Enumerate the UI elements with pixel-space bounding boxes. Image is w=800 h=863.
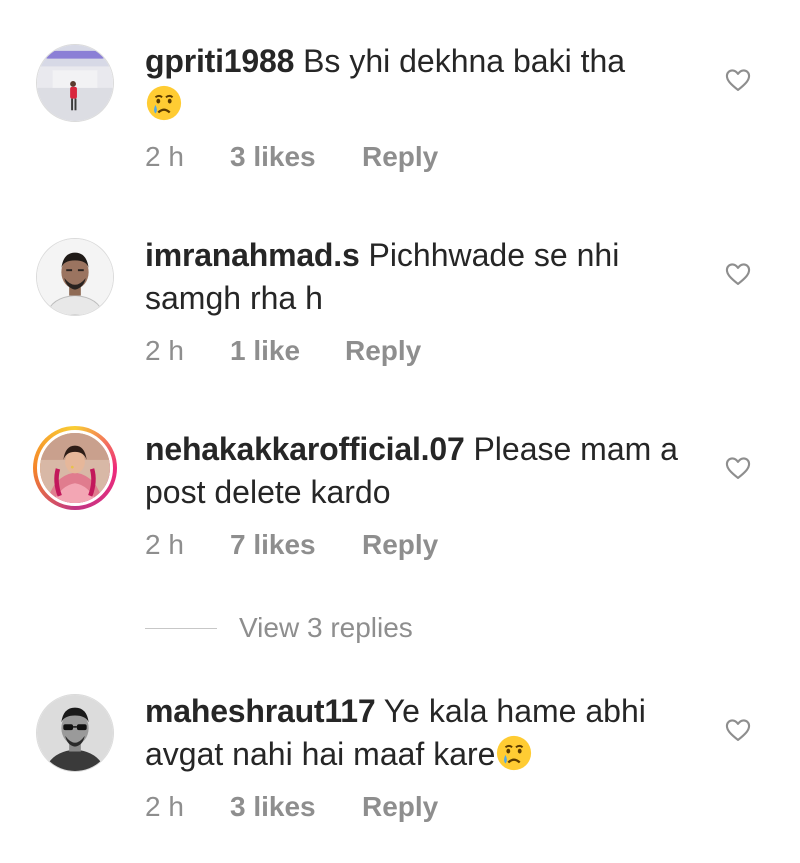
comment-username[interactable]: gpriti1988 (145, 43, 294, 79)
avatar-image (40, 433, 110, 503)
reply-button[interactable]: Reply (362, 528, 438, 562)
reply-button[interactable]: Reply (362, 790, 438, 824)
comment-text: imranahmad.s Pichhwade se nhi samgh rha … (145, 234, 705, 320)
avatar-story-ring[interactable] (33, 426, 117, 510)
heart-outline-icon (725, 719, 751, 741)
comment-meta: 2 h 1 like Reply (145, 334, 421, 368)
comment-likes[interactable]: 7 likes (230, 528, 362, 562)
crying-face-emoji-icon (146, 85, 182, 121)
heart-outline-icon (725, 263, 751, 285)
avatar (37, 430, 113, 506)
comment-time: 2 h (145, 335, 184, 366)
comment-text: maheshraut117 Ye kala hame abhi avgat na… (145, 690, 705, 776)
crying-face-emoji-icon (497, 735, 532, 771)
comment-username[interactable]: nehakakkarofficial.07 (145, 431, 465, 467)
comment-meta: 2 h 3 likes Reply (145, 790, 438, 824)
comment-username[interactable]: maheshraut117 (145, 693, 376, 729)
avatar[interactable] (36, 694, 114, 772)
view-replies-label: View 3 replies (239, 612, 413, 643)
comment-text: nehakakkarofficial.07 Please mam a post … (145, 428, 705, 514)
like-button[interactable] (724, 66, 752, 94)
avatar[interactable] (36, 44, 114, 122)
like-button[interactable] (724, 454, 752, 482)
reply-button[interactable]: Reply (345, 334, 421, 368)
avatar[interactable] (36, 238, 114, 316)
comment-time: 2 h (145, 791, 184, 822)
comment-body: Bs yhi dekhna baki tha (303, 43, 626, 79)
comment-meta: 2 h 7 likes Reply (145, 528, 438, 562)
reply-button[interactable]: Reply (362, 140, 438, 174)
comment-meta: 2 h 3 likes Reply (145, 140, 438, 174)
comment-likes[interactable]: 1 like (230, 334, 345, 368)
avatar-image (37, 695, 113, 771)
heart-outline-icon (725, 69, 751, 91)
avatar-image (37, 239, 113, 315)
avatar-image (37, 45, 113, 121)
view-replies-button[interactable]: View 3 replies (145, 610, 413, 646)
comment-likes[interactable]: 3 likes (230, 790, 362, 824)
comment-text: gpriti1988 Bs yhi dekhna baki tha (145, 40, 705, 126)
comment-username[interactable]: imranahmad.s (145, 237, 360, 273)
heart-outline-icon (725, 457, 751, 479)
comment-time: 2 h (145, 141, 184, 172)
divider-line (145, 627, 217, 629)
comment-likes[interactable]: 3 likes (230, 140, 362, 174)
like-button[interactable] (724, 260, 752, 288)
comment-time: 2 h (145, 529, 184, 560)
like-button[interactable] (724, 716, 752, 744)
